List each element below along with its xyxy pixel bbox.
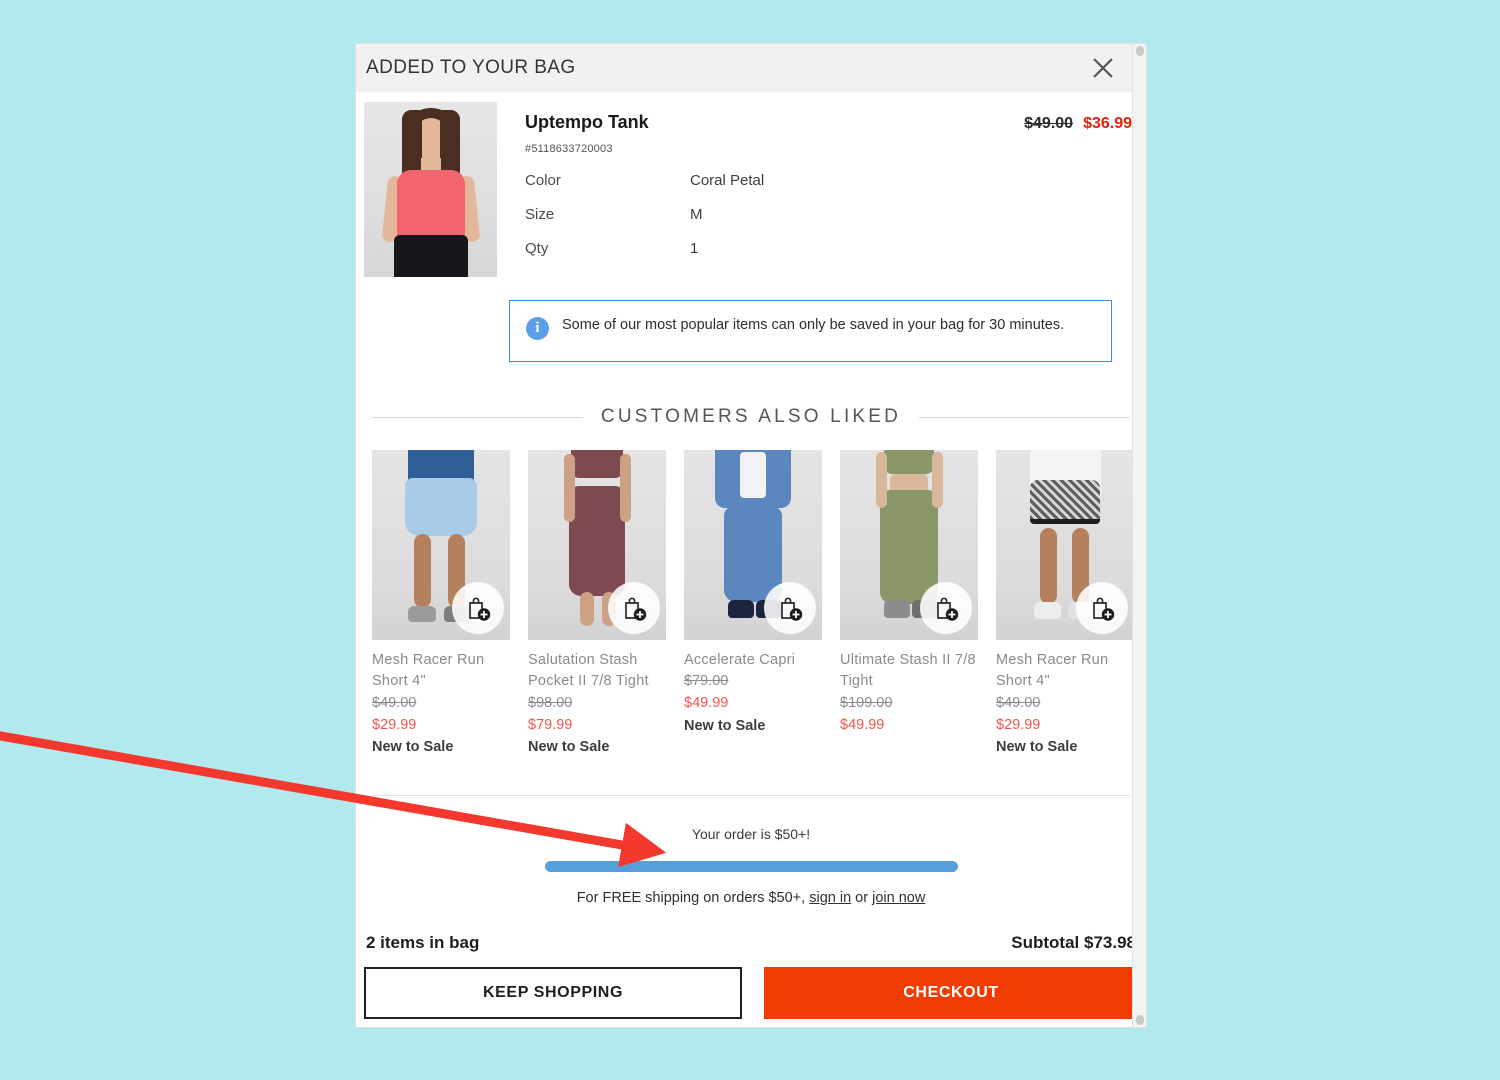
scrollbar-thumb-bottom[interactable] [1136,1015,1144,1025]
recommendation-badge: New to Sale [996,739,1078,756]
recommendation-image[interactable] [372,450,510,640]
modal-footer: 2 items in bag Subtotal $73.98 KEEP SHOP… [356,907,1146,1027]
recommendation-sale-price: $49.99 [684,695,729,712]
recommendation-sale-price: $29.99 [372,716,417,733]
sign-in-link[interactable]: sign in [809,890,851,906]
product-info: Uptempo Tank $49.00 $36.99 #511863372000… [497,102,1138,277]
shipping-note-middle: or [851,890,873,907]
add-to-bag-icon[interactable] [608,582,660,634]
recommendations-grid: Mesh Racer Run Short 4" $49.00 $29.99 Ne… [372,450,1134,759]
recommendation-original-price: $109.00 [840,694,893,711]
recommendation-original-price: $79.00 [684,673,729,690]
close-icon[interactable] [1086,51,1120,85]
recommendation-name: Mesh Racer Run Short 4" [372,652,485,690]
recommendation-original-price: $49.00 [372,694,417,711]
shipping-status-text: Your order is $50+! [691,826,811,843]
product-original-price: $49.00 [1024,115,1074,132]
recommendation-name: Mesh Racer Run Short 4" [996,652,1109,690]
recommendation-name: Accelerate Capri [684,652,796,668]
shipping-progress-bar [544,861,958,873]
add-to-bag-icon[interactable] [764,582,816,634]
recommendation-name: Ultimate Stash II 7/8 Tight [840,652,976,690]
recommendation-badge: New to Sale [528,739,610,756]
modal-scrollbar[interactable] [1132,44,1146,1027]
recommendation-sale-price: $49.99 [840,716,885,733]
recommendation-card[interactable]: Accelerate Capri $79.00 $49.99 New to Sa… [684,450,822,759]
add-to-bag-icon[interactable] [920,582,972,634]
footer-actions: KEEP SHOPPING CHECKOUT [364,967,1138,1027]
product-name: Uptempo Tank [525,112,649,132]
modal-body: Uptempo Tank $49.00 $36.99 #511863372000… [356,92,1146,907]
bag-item-count: 2 items in bag [366,933,480,952]
subtotal-amount: Subtotal $73.98 [1011,933,1136,952]
recommendation-original-price: $49.00 [996,694,1041,711]
added-product-row: Uptempo Tank $49.00 $36.99 #511863372000… [364,92,1138,277]
recommendation-card[interactable]: Mesh Racer Run Short 4" $49.00 $29.99 Ne… [996,450,1134,759]
product-attribute-size: Size M [525,206,1138,223]
join-now-link[interactable]: join now [872,890,925,906]
shipping-note: For FREE shipping on orders $50+, sign i… [364,890,1138,906]
bag-hold-notice: i Some of our most popular items can onl… [509,300,1112,362]
recommendation-card[interactable]: Salutation Stash Pocket II 7/8 Tight $98… [528,450,666,759]
recommendation-image[interactable] [840,450,978,640]
recommendation-card[interactable]: Mesh Racer Run Short 4" $49.00 $29.99 Ne… [372,450,510,759]
attribute-value-qty: 1 [690,240,699,257]
recommendation-badge: New to Sale [372,739,454,756]
info-icon: i [526,317,549,340]
product-price-group: $49.00 $36.99 [1024,115,1138,133]
keep-shopping-button[interactable]: KEEP SHOPPING [364,967,742,1019]
footer-summary: 2 items in bag Subtotal $73.98 [364,907,1138,967]
product-thumbnail-image[interactable] [364,102,497,277]
product-sale-price: $36.99 [1083,115,1132,132]
recommendation-name: Salutation Stash Pocket II 7/8 Tight [528,652,649,690]
recommendations-title: CUSTOMERS ALSO LIKED [600,406,902,427]
bag-hold-notice-text: Some of our most popular items can only … [562,317,1065,333]
product-sku: #5118633720003 [525,143,613,155]
attribute-label-qty: Qty [525,240,549,257]
shipping-note-prefix: For FREE shipping on orders $50+, [576,890,810,907]
shipping-progress-fill [544,861,958,873]
product-title-row: Uptempo Tank $49.00 $36.99 [525,112,1138,133]
attribute-label-color: Color [525,172,561,189]
recommendation-card[interactable]: Ultimate Stash II 7/8 Tight $109.00 $49.… [840,450,978,759]
heading-rule-right [919,416,1131,418]
scrollbar-thumb-top[interactable] [1136,46,1144,56]
heading-rule-left [372,416,583,418]
attribute-value-size: M [690,206,703,223]
add-to-bag-icon[interactable] [452,582,504,634]
product-attribute-color: Color Coral Petal [525,172,1138,189]
add-to-bag-icon[interactable] [1076,582,1128,634]
recommendation-image[interactable] [996,450,1134,640]
added-to-bag-modal: ADDED TO YOUR BAG Uptempo Tank $49.00 $3… [356,44,1146,1027]
modal-title: ADDED TO YOUR BAG [366,57,576,78]
recommendation-badge: New to Sale [684,717,766,734]
attribute-label-size: Size [525,206,555,223]
attribute-value-color: Coral Petal [690,172,765,189]
recommendations-heading: CUSTOMERS ALSO LIKED [372,406,1131,428]
checkout-button[interactable]: CHECKOUT [764,967,1138,1019]
product-attribute-qty: Qty 1 [525,240,1138,257]
free-shipping-progress: Your order is $50+! For FREE shipping on… [364,796,1138,906]
recommendation-image[interactable] [528,450,666,640]
recommendation-sale-price: $29.99 [996,716,1041,733]
modal-header: ADDED TO YOUR BAG [356,44,1146,92]
recommendation-original-price: $98.00 [528,694,573,711]
recommendation-sale-price: $79.99 [528,716,573,733]
recommendation-image[interactable] [684,450,822,640]
